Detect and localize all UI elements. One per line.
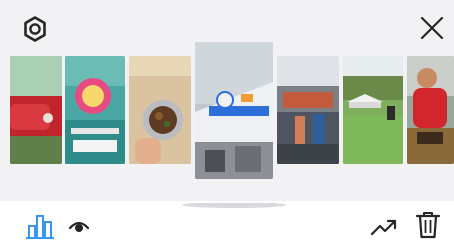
story-thumbnail-6[interactable] [343,56,403,164]
eye-icon[interactable] [68,218,90,236]
story-viewer [0,0,454,251]
story-thumbnail-5[interactable] [277,56,339,164]
story-thumbnail-1[interactable] [10,56,62,164]
story-thumbnail-2[interactable] [65,56,125,164]
gear-icon[interactable] [20,14,50,44]
close-icon[interactable] [418,14,446,42]
selected-story-pointer [228,191,246,201]
story-thumbnail-selected[interactable] [195,42,273,179]
bar-chart-icon[interactable] [26,214,54,240]
trending-up-icon[interactable] [369,214,399,240]
trash-icon[interactable] [414,210,442,240]
story-thumbnail-7[interactable] [407,56,454,164]
story-thumbnail-3[interactable] [129,56,191,164]
